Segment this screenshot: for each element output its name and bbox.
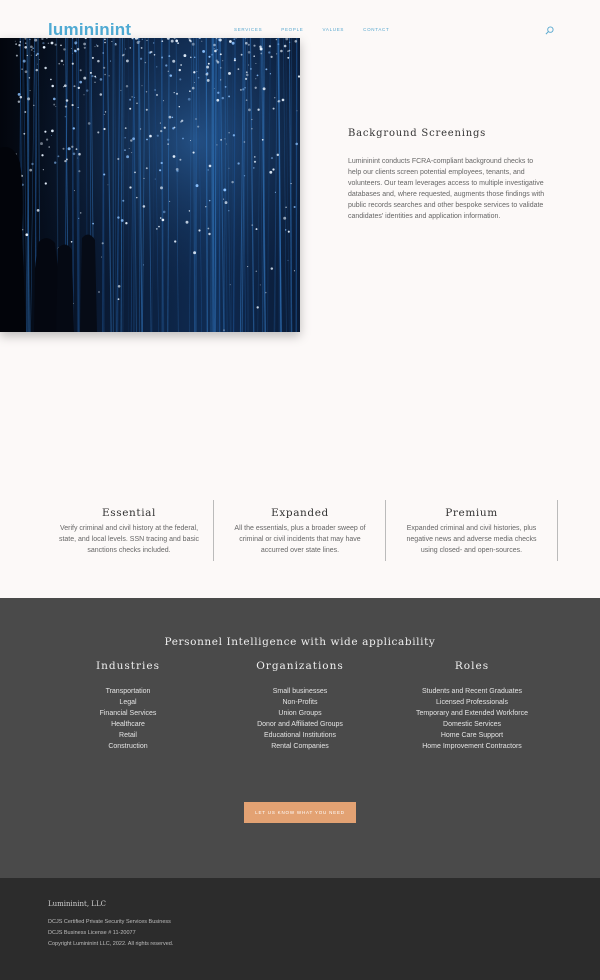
tier-premium: Premium Expanded criminal and civil hist… bbox=[390, 500, 553, 560]
tier-expanded: Expanded All the essentials, plus a broa… bbox=[218, 500, 382, 560]
divider bbox=[213, 500, 214, 561]
list-item: Non-Profits bbox=[282, 699, 318, 706]
list-item: Healthcare bbox=[111, 721, 145, 728]
hero-image bbox=[0, 38, 300, 332]
footer-info: DCJS Certified Private Security Services… bbox=[48, 917, 173, 950]
applicability-headline: Personnel Intelligence with wide applica… bbox=[164, 636, 436, 648]
footer: Lumininint, LLC DCJS Certified Private S… bbox=[0, 878, 600, 980]
tier-title: Expanded bbox=[271, 507, 329, 519]
list-item: Home Improvement Contractors bbox=[422, 743, 522, 750]
footer-line: DCJS Certified Private Security Services… bbox=[48, 919, 171, 925]
list-item: Construction bbox=[108, 743, 148, 750]
contact-cta-button[interactable]: LET US KNOW WHAT YOU NEED bbox=[244, 802, 356, 823]
list-item: Temporary and Extended Workforce bbox=[416, 710, 528, 717]
divider bbox=[385, 500, 386, 561]
list-item: Transportation bbox=[105, 688, 151, 695]
divider bbox=[557, 500, 558, 561]
organizations-column: Organizations Small businesses Non-Profi… bbox=[205, 660, 395, 752]
tier-title: Essential bbox=[101, 507, 156, 519]
main-nav: SERVICES PEOPLE VALUES CONTACT bbox=[234, 27, 408, 32]
list-item: Licensed Professionals bbox=[436, 699, 508, 706]
list-item: Retail bbox=[119, 732, 137, 739]
search-icon[interactable] bbox=[545, 26, 554, 35]
logo[interactable]: lumininint bbox=[48, 20, 131, 40]
list-item: Financial Services bbox=[99, 710, 157, 717]
organizations-list: Small businesses Non-Profits Union Group… bbox=[205, 686, 395, 752]
tier-description: Verify criminal and civil history at the… bbox=[58, 525, 200, 554]
nav-services[interactable]: SERVICES bbox=[234, 27, 262, 32]
nav-values[interactable]: VALUES bbox=[323, 27, 345, 32]
list-item: Students and Recent Graduates bbox=[421, 688, 522, 695]
list-item: Domestic Services bbox=[443, 721, 501, 728]
applicability-section: Personnel Intelligence with wide applica… bbox=[0, 598, 600, 878]
column-title: Roles bbox=[454, 660, 490, 672]
list-item: Educational Institutions bbox=[264, 732, 336, 739]
nav-contact[interactable]: CONTACT bbox=[363, 27, 389, 32]
list-item: Small businesses bbox=[272, 688, 328, 695]
screenings-description: Lumininint conducts FCRA-compliant backg… bbox=[348, 158, 545, 220]
column-title: Organizations bbox=[256, 660, 344, 672]
industries-list: Transportation Legal Financial Services … bbox=[33, 686, 223, 752]
list-item: Rental Companies bbox=[271, 743, 329, 750]
industries-column: Industries Transportation Legal Financia… bbox=[33, 660, 223, 752]
list-item: Union Groups bbox=[278, 710, 322, 717]
roles-column: Roles Students and Recent Graduates Lice… bbox=[377, 660, 567, 752]
footer-line: DCJS Business License # 11-20077 bbox=[48, 930, 136, 936]
nav-people[interactable]: PEOPLE bbox=[281, 27, 303, 32]
footer-company-name: Lumininint, LLC bbox=[48, 900, 106, 908]
column-title: Industries bbox=[96, 660, 160, 672]
tier-essential: Essential Verify criminal and civil hist… bbox=[48, 500, 210, 560]
tier-description: All the essentials, plus a broader sweep… bbox=[234, 525, 366, 554]
list-item: Legal bbox=[119, 699, 137, 706]
footer-line: Copyright Lumininint LLC, 2022. All righ… bbox=[48, 941, 174, 947]
roles-list: Students and Recent Graduates Licensed P… bbox=[377, 686, 567, 752]
list-item: Donor and Affiliated Groups bbox=[257, 721, 343, 728]
list-item: Home Care Support bbox=[440, 732, 504, 739]
screenings-title: Background Screenings bbox=[348, 128, 487, 139]
tier-description: Expanded criminal and civil histories, p… bbox=[406, 525, 537, 554]
tier-title: Premium bbox=[445, 507, 498, 519]
